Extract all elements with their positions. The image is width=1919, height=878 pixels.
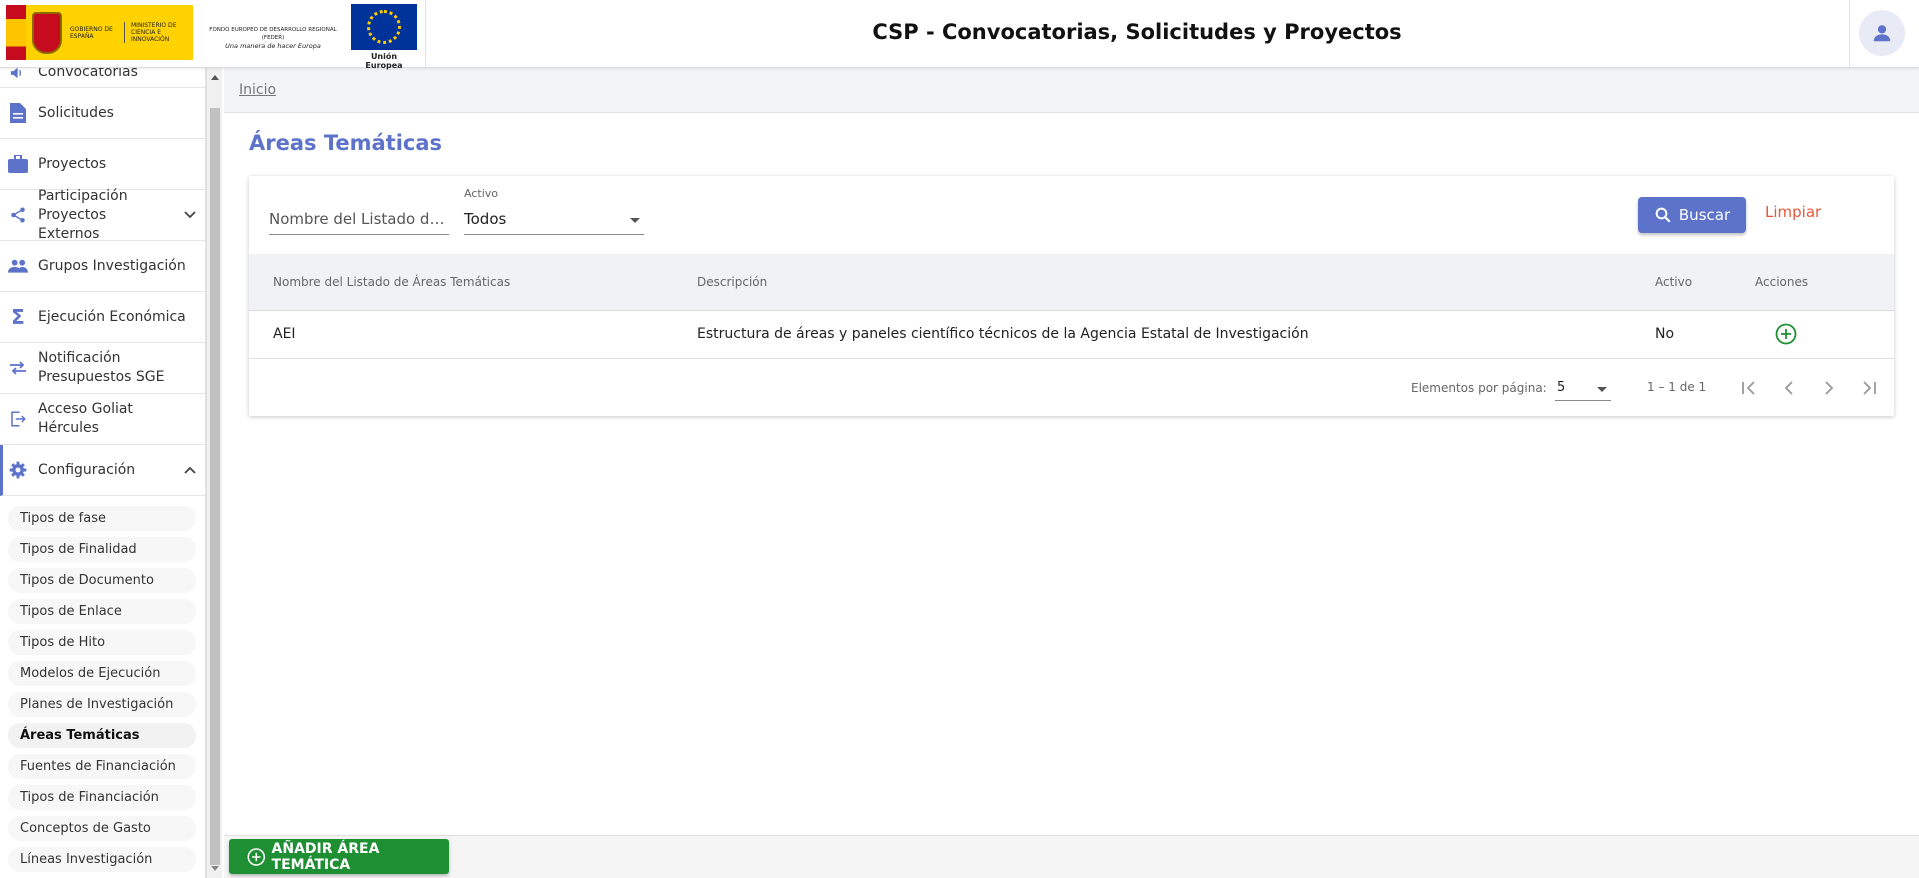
eu-label: Unión Europea bbox=[365, 52, 403, 70]
sidebar-item-label: Ejecución Económica bbox=[38, 308, 186, 325]
paginator: Elementos por página: 5 1 – 1 de 1 bbox=[249, 359, 1894, 416]
table-header: Nombre del Listado de Áreas Temáticas De… bbox=[249, 254, 1894, 311]
column-header-descripcion[interactable]: Descripción bbox=[697, 275, 767, 289]
previous-page-icon[interactable] bbox=[1777, 376, 1801, 400]
megaphone-icon bbox=[8, 68, 28, 83]
cell-activo: No bbox=[1655, 326, 1675, 342]
page-size-label: Elementos por página: bbox=[1411, 381, 1547, 395]
scroll-up-icon[interactable] bbox=[211, 75, 219, 80]
name-filter-input[interactable]: Nombre del Listado de Á... bbox=[269, 203, 449, 235]
activo-filter-select[interactable]: Todos bbox=[464, 203, 644, 235]
column-header-acciones: Acciones bbox=[1755, 275, 1809, 289]
column-header-nombre[interactable]: Nombre del Listado de Áreas Temáticas bbox=[273, 275, 510, 289]
activo-filter-label: Activo bbox=[464, 187, 498, 200]
document-icon bbox=[8, 103, 28, 123]
gear-icon bbox=[8, 460, 28, 480]
sigma-icon: Σ bbox=[11, 305, 25, 329]
swap-icon bbox=[8, 358, 28, 378]
first-page-icon[interactable] bbox=[1737, 376, 1761, 400]
config-item-fuentes-financiacion[interactable]: Fuentes de Financiación bbox=[8, 754, 196, 779]
user-icon[interactable] bbox=[1859, 10, 1905, 56]
search-icon bbox=[1655, 207, 1671, 223]
sidebar-item-grupos[interactable]: Grupos Investigación bbox=[0, 241, 205, 292]
config-item-modelos-ejecucion[interactable]: Modelos de Ejecución bbox=[8, 661, 196, 686]
gobierno-text: GOBIERNO DE ESPAÑA bbox=[70, 25, 113, 40]
config-item-tipos-finalidad[interactable]: Tipos de Finalidad bbox=[8, 537, 196, 562]
add-circle-icon bbox=[247, 847, 266, 866]
exit-icon bbox=[8, 409, 28, 429]
coat-of-arms-icon bbox=[32, 11, 62, 54]
eu-flag-icon bbox=[351, 4, 417, 50]
activo-filter-value: Todos bbox=[464, 210, 507, 228]
breadcrumb-link-inicio[interactable]: Inicio bbox=[239, 82, 276, 98]
sidebar-item-configuracion[interactable]: Configuración bbox=[0, 445, 205, 496]
sidebar-item-goliat[interactable]: Acceso Goliat Hércules bbox=[0, 394, 205, 445]
clear-button[interactable]: Limpiar bbox=[1765, 203, 1821, 221]
cell-nombre: AEI bbox=[273, 326, 296, 342]
config-item-areas-tematicas[interactable]: Áreas Temáticas bbox=[8, 723, 196, 748]
sidebar-item-ejecucion[interactable]: Σ Ejecución Económica bbox=[0, 292, 205, 343]
config-item-tipos-hito[interactable]: Tipos de Hito bbox=[8, 630, 196, 655]
sidebar-item-label: Acceso Goliat Hércules bbox=[38, 401, 133, 436]
sidebar-item-participacion[interactable]: Participación Proyectos Externos bbox=[0, 187, 205, 242]
sidebar-item-label: Proyectos bbox=[38, 155, 107, 172]
spain-flag-icon bbox=[6, 5, 26, 60]
scroll-down-icon[interactable] bbox=[211, 866, 219, 871]
page-title: Áreas Temáticas bbox=[249, 131, 443, 155]
feder-line1: FONDO EUROPEO DE DESARROLLO REGIONAL (FE… bbox=[209, 27, 337, 41]
page-size-value: 5 bbox=[1557, 380, 1566, 395]
sidebar-item-label: Notificación Presupuestos SGE bbox=[38, 350, 165, 385]
cell-descripcion: Estructura de áreas y paneles científico… bbox=[697, 326, 1309, 342]
config-item-tipos-fase[interactable]: Tipos de fase bbox=[8, 506, 196, 531]
add-button-label: AÑADIR ÁREA TEMÁTICA bbox=[271, 840, 380, 873]
sidebar-item-label: Grupos Investigación bbox=[38, 257, 186, 274]
chevron-down-icon[interactable] bbox=[184, 207, 196, 223]
app-header: GOBIERNO DE ESPAÑA MINISTERIO DE CIENCIA… bbox=[0, 0, 1919, 70]
config-item-conceptos-gasto[interactable]: Conceptos de Gasto bbox=[8, 816, 196, 841]
feder-logo: FONDO EUROPEO DE DESARROLLO REGIONAL (FE… bbox=[203, 26, 343, 51]
table-row: AEI Estructura de áreas y paneles cientí… bbox=[249, 311, 1894, 359]
page-size-select[interactable]: 5 bbox=[1555, 379, 1611, 401]
sidebar-item-convocatorias[interactable]: Convocatorias bbox=[0, 68, 205, 88]
dropdown-arrow-icon bbox=[1597, 387, 1607, 392]
search-card: Nombre del Listado de Á... Activo Todos … bbox=[249, 176, 1894, 416]
page-range: 1 – 1 de 1 bbox=[1647, 380, 1707, 394]
search-button[interactable]: Buscar bbox=[1638, 197, 1746, 233]
sidebar-item-solicitudes[interactable]: Solicitudes bbox=[0, 88, 205, 139]
column-header-activo[interactable]: Activo bbox=[1655, 275, 1692, 289]
app-title: CSP - Convocatorias, Solicitudes y Proye… bbox=[872, 20, 1402, 44]
sidebar-item-label: Solicitudes bbox=[38, 104, 114, 121]
gobierno-logo: GOBIERNO DE ESPAÑA MINISTERIO DE CIENCIA… bbox=[6, 5, 193, 60]
sidebar-item-label: Convocatorias bbox=[38, 68, 138, 80]
people-icon bbox=[8, 256, 28, 276]
config-item-planes-investigacion[interactable]: Planes de Investigación bbox=[8, 692, 196, 717]
config-item-tipos-documento[interactable]: Tipos de Documento bbox=[8, 568, 196, 593]
breadcrumb: Inicio bbox=[224, 68, 1919, 113]
last-page-icon[interactable] bbox=[1857, 376, 1881, 400]
config-item-tipos-financiacion[interactable]: Tipos de Financiación bbox=[8, 785, 196, 810]
scrollbar-thumb[interactable] bbox=[210, 108, 220, 865]
sidebar-item-proyectos[interactable]: Proyectos bbox=[0, 139, 205, 190]
search-button-label: Buscar bbox=[1678, 206, 1731, 224]
dropdown-arrow-icon bbox=[630, 218, 640, 223]
feder-line2: Una manera de hacer Europa bbox=[225, 42, 321, 50]
share-icon bbox=[8, 205, 28, 225]
chevron-up-icon[interactable] bbox=[184, 462, 196, 478]
config-item-lineas-investigacion[interactable]: Líneas Investigación bbox=[8, 847, 196, 872]
sidebar-item-label: Configuración bbox=[38, 461, 136, 478]
config-item-tipos-enlace[interactable]: Tipos de Enlace bbox=[8, 599, 196, 624]
briefcase-icon bbox=[8, 154, 28, 174]
footer-bar bbox=[224, 835, 1919, 878]
add-area-tematica-button[interactable]: AÑADIR ÁREA TEMÁTICA bbox=[229, 839, 449, 874]
header-divider bbox=[1849, 0, 1850, 68]
sidebar-item-label: Participación Proyectos Externos bbox=[38, 187, 128, 242]
sidebar-scrollbar[interactable] bbox=[206, 68, 222, 878]
sidebar: Convocatorias Solicitudes Proyectos Part… bbox=[0, 68, 206, 878]
ministerio-text: MINISTERIO DE CIENCIA E INNOVACIÓN bbox=[124, 22, 184, 43]
sidebar-item-notificacion[interactable]: Notificación Presupuestos SGE bbox=[0, 343, 205, 394]
next-page-icon[interactable] bbox=[1817, 376, 1841, 400]
add-circle-icon[interactable] bbox=[1775, 323, 1797, 345]
